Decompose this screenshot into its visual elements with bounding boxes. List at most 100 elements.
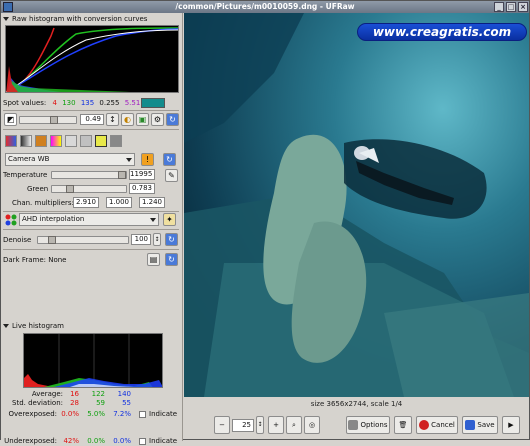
tab-corrections-icon[interactable] <box>65 135 77 147</box>
std-b: 55 <box>122 399 131 407</box>
zoom-100-icon[interactable]: ◎ <box>304 416 320 434</box>
green-label: Green <box>27 185 49 193</box>
spin-arrows-icon[interactable]: ↕ <box>153 233 161 246</box>
interpolation-select[interactable]: AHD interpolation <box>19 213 159 226</box>
green-slider-thumb[interactable] <box>66 185 74 193</box>
chan-multipliers-label: Chan. multipliers: <box>12 199 74 207</box>
eyedropper-icon[interactable]: ✎ <box>165 169 178 182</box>
send-to-gimp-icon[interactable]: ▶ <box>502 416 520 434</box>
exposure-slider[interactable] <box>19 116 77 124</box>
std-g: 59 <box>96 399 105 407</box>
maximize-button[interactable]: □ <box>506 2 516 12</box>
underexposed-r: 42% <box>63 437 79 445</box>
denoise-slider[interactable] <box>37 236 129 244</box>
options-icon <box>348 420 359 430</box>
underexposed-g: 0.0% <box>87 437 105 445</box>
live-histogram-label: Live histogram <box>12 322 65 330</box>
underexposed-b: 0.0% <box>113 437 131 445</box>
settings-gear-icon[interactable]: ⚙ <box>151 113 164 126</box>
temperature-value[interactable]: 11995 <box>129 169 155 180</box>
live-histogram-expander[interactable]: Live histogram <box>3 321 64 331</box>
green-slider[interactable] <box>51 185 127 193</box>
raw-histogram-expander[interactable]: Raw histogram with conversion curves <box>3 14 147 24</box>
control-panel: Raw histogram with conversion curves Spo… <box>1 13 183 445</box>
underexposed-indicate-label: Indicate <box>149 437 178 445</box>
warning-icon: ! <box>141 153 154 166</box>
zoom-spin-icon[interactable]: ↕ <box>256 416 264 434</box>
overexposed-label: Overexposed: <box>8 410 58 418</box>
close-window-button[interactable]: × <box>518 2 528 12</box>
cancel-button[interactable]: Cancel <box>416 416 458 434</box>
reset-darkframe-icon[interactable]: ↻ <box>165 253 178 266</box>
zoom-value[interactable]: 25 <box>232 419 254 432</box>
options-button[interactable]: Options <box>346 416 390 434</box>
average-label: Average: <box>31 390 63 398</box>
tab-color-management-icon[interactable] <box>50 135 62 147</box>
open-folder-icon[interactable]: ▤ <box>147 253 160 266</box>
tab-crop-icon[interactable] <box>95 135 107 147</box>
bottom-toolbar: − 25 ↕ + ⌕ ◎ Options 🗑 Cancel Save ▶ <box>184 413 529 439</box>
app-icon[interactable] <box>3 2 13 12</box>
chan-multiplier-g[interactable]: 1.000 <box>106 197 132 208</box>
spot-values: Spot values: 4 130 135 0.255 5.51 <box>3 97 140 109</box>
expander-arrow-icon <box>3 17 9 21</box>
restore-highlights-icon[interactable]: ▣ <box>136 113 149 126</box>
overexposed-indicate-label: Indicate <box>149 410 178 418</box>
spot-b: 135 <box>80 99 95 107</box>
cancel-label: Cancel <box>431 421 455 429</box>
divider <box>3 129 179 130</box>
denoise-label: Denoise <box>3 236 32 244</box>
watermark-banner: www.creagratis.com <box>357 23 527 41</box>
zoom-in-icon[interactable]: + <box>268 416 284 434</box>
exposure-slider-thumb[interactable] <box>50 116 58 124</box>
underexposed-label: Underexposed: <box>4 437 57 445</box>
delete-icon[interactable]: 🗑 <box>394 416 412 434</box>
exposure-icon: ◩ <box>4 113 17 126</box>
overexposed-g: 5.0% <box>87 410 105 418</box>
raw-histogram <box>5 25 179 93</box>
zoom-fit-icon[interactable]: ⌕ <box>286 416 302 434</box>
green-value[interactable]: 0.783 <box>129 183 155 194</box>
spot-v2: 5.51 <box>124 99 141 107</box>
average-r: 16 <box>70 390 79 398</box>
spot-color-swatch <box>141 98 165 108</box>
reset-denoise-icon[interactable]: ↻ <box>165 233 178 246</box>
white-balance-select[interactable]: Camera WB <box>5 153 135 166</box>
divider <box>3 229 179 230</box>
spot-g: 130 <box>62 99 76 107</box>
spot-values-label: Spot values: <box>3 99 47 107</box>
overexposed-r: 0.0% <box>61 410 79 418</box>
denoise-slider-thumb[interactable] <box>48 236 56 244</box>
overexposed-indicate-checkbox[interactable] <box>139 411 146 418</box>
tab-base-curve-icon[interactable] <box>35 135 47 147</box>
live-histogram <box>23 333 163 388</box>
image-preview[interactable] <box>184 13 529 397</box>
save-button[interactable]: Save <box>462 416 498 434</box>
chan-multiplier-r[interactable]: 2.910 <box>73 197 99 208</box>
temperature-slider[interactable] <box>51 171 127 179</box>
expander-arrow-icon <box>3 324 9 328</box>
tab-grayscale-icon[interactable] <box>20 135 32 147</box>
smoothing-icon[interactable]: ✦ <box>163 213 176 226</box>
save-label: Save <box>477 421 495 429</box>
tab-white-balance-icon[interactable] <box>5 135 17 147</box>
zoom-out-icon[interactable]: − <box>214 416 230 434</box>
spin-arrows-icon[interactable]: ↕ <box>106 113 119 126</box>
tab-lens-icon[interactable] <box>80 135 92 147</box>
options-label: Options <box>360 421 388 429</box>
temperature-label: Temperature <box>3 171 48 179</box>
divider <box>3 211 179 212</box>
temperature-slider-thumb[interactable] <box>118 171 126 179</box>
chan-multiplier-b[interactable]: 1.240 <box>139 197 165 208</box>
dark-frame-label: Dark Frame: None <box>3 256 67 264</box>
underexposed-indicate-checkbox[interactable] <box>139 438 146 445</box>
cancel-icon <box>419 420 430 430</box>
denoise-value[interactable]: 100 <box>131 234 151 245</box>
auto-exposure-icon[interactable]: ◐ <box>121 113 134 126</box>
reset-exposure-icon[interactable]: ↻ <box>166 113 179 126</box>
spot-r: 4 <box>52 99 57 107</box>
exposure-value[interactable]: 0.49 <box>80 114 104 125</box>
minimize-button[interactable]: _ <box>494 2 504 12</box>
reset-wb-icon[interactable]: ↻ <box>163 153 176 166</box>
tab-exif-icon[interactable] <box>110 135 122 147</box>
